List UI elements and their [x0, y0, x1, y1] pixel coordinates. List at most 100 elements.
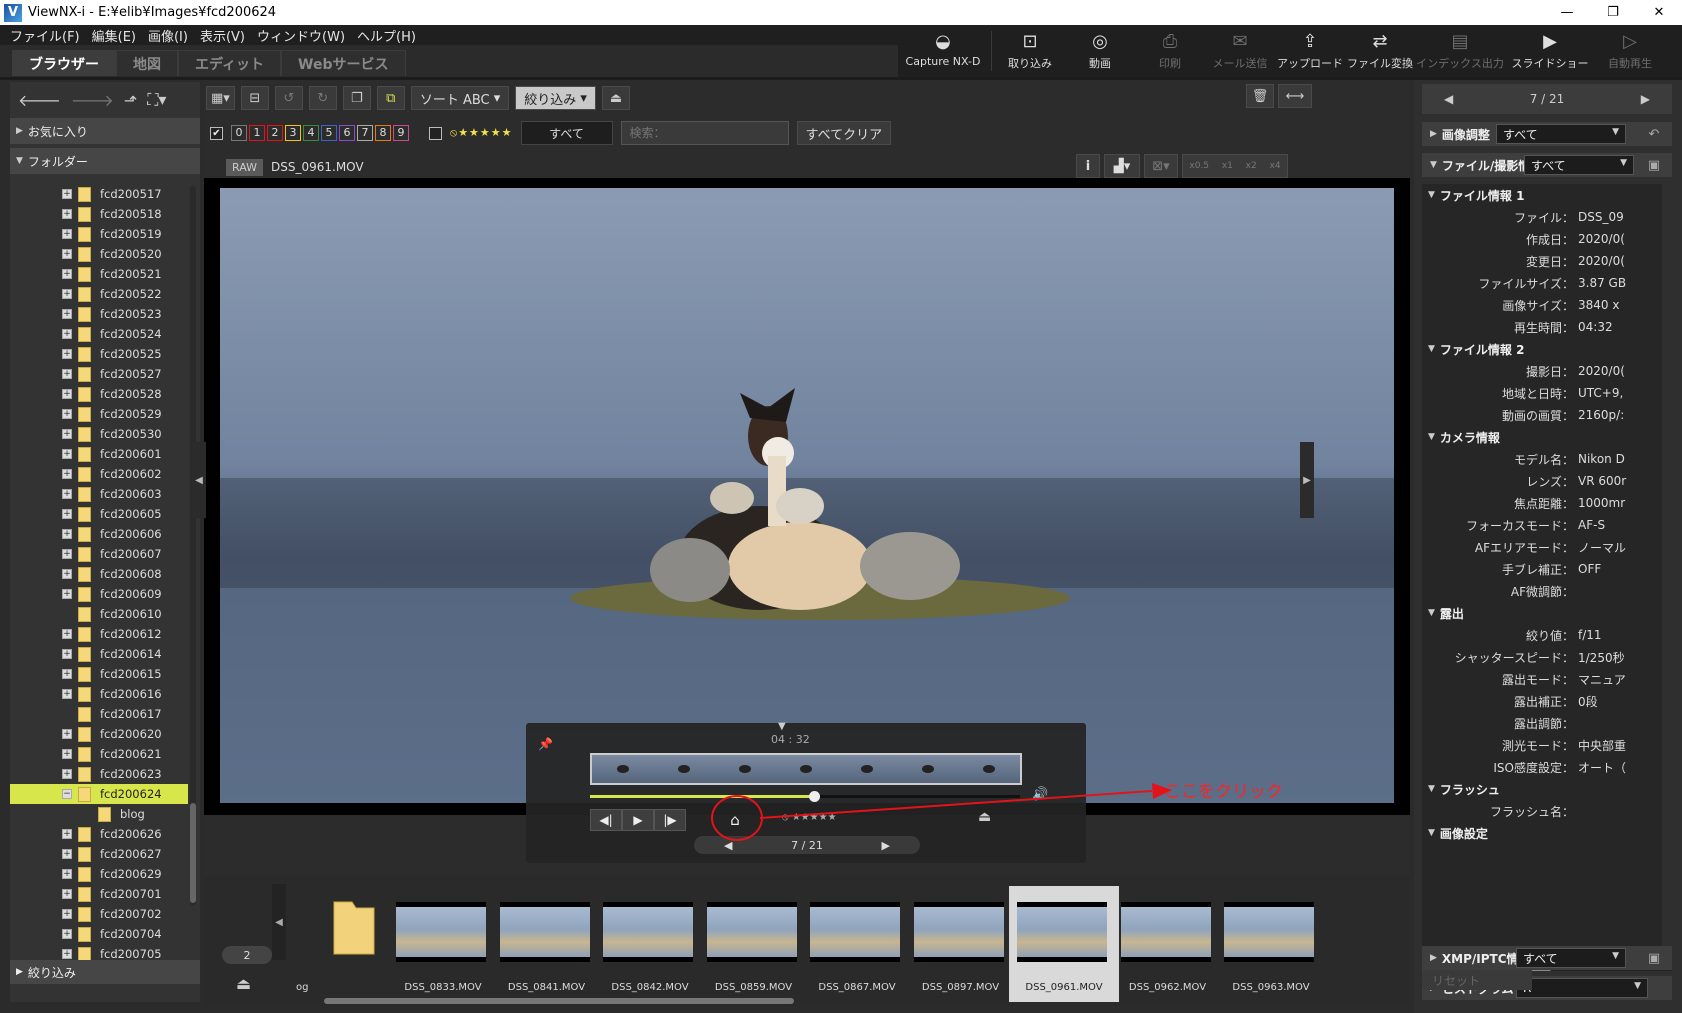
folder-item[interactable]: + fcd200607: [10, 544, 188, 564]
folder-item[interactable]: + fcd200523: [10, 304, 188, 324]
label-filter-0[interactable]: 0: [231, 125, 247, 141]
folder-item[interactable]: + fcd200517: [10, 184, 188, 204]
folder-item[interactable]: + fcd200626: [10, 824, 188, 844]
zoom-slider[interactable]: x0.5 x1 x2 x4: [1182, 154, 1288, 178]
clear-all-button[interactable]: すべてクリア: [796, 121, 892, 145]
filter-section-header[interactable]: ▶ 絞り込み: [10, 960, 200, 984]
folder-item[interactable]: + fcd200606: [10, 524, 188, 544]
expand-icon[interactable]: +: [62, 889, 72, 899]
delete-button[interactable]: 🗑: [1246, 84, 1274, 108]
folder-item[interactable]: + fcd200620: [10, 724, 188, 744]
autoplay-button[interactable]: ▷ 自動再生: [1595, 25, 1665, 77]
expand-icon[interactable]: +: [62, 909, 72, 919]
expand-icon[interactable]: +: [62, 929, 72, 939]
tab-web-service[interactable]: Webサービス: [281, 50, 406, 76]
expand-icon[interactable]: +: [62, 749, 72, 759]
menu-help[interactable]: ヘルプ(H): [357, 26, 416, 45]
index-print-button[interactable]: ▤ インデックス出力: [1415, 25, 1505, 77]
expand-icon[interactable]: +: [62, 849, 72, 859]
folder-item[interactable]: + fcd200520: [10, 244, 188, 264]
expand-icon[interactable]: +: [62, 589, 72, 599]
filmstrip-item[interactable]: DSS_0962.MOV: [1113, 886, 1223, 1002]
expand-icon[interactable]: +: [62, 289, 72, 299]
expand-icon[interactable]: +: [62, 769, 72, 779]
eject-icon[interactable]: ⏏: [236, 974, 251, 993]
play-button[interactable]: ▶: [622, 809, 654, 831]
folder-shortcut-icon[interactable]: ⛶▾: [147, 90, 166, 110]
search-input[interactable]: [620, 121, 789, 145]
reset-button[interactable]: リセット: [1422, 970, 1532, 990]
menu-window[interactable]: ウィンドウ(W): [257, 26, 345, 45]
expand-icon[interactable]: +: [62, 349, 72, 359]
expand-icon[interactable]: +: [62, 569, 72, 579]
file-info-select[interactable]: すべて ▼: [1524, 155, 1634, 175]
view-mode-button[interactable]: ▦▾: [206, 86, 235, 110]
video-preview-image[interactable]: [220, 188, 1394, 803]
collapse-panel-icon[interactable]: ▼: [778, 721, 786, 732]
filmstrip-item[interactable]: DSS_0841.MOV: [492, 886, 602, 1002]
expand-icon[interactable]: +: [62, 269, 72, 279]
forward-icon[interactable]: 🡒: [71, 90, 114, 110]
tab-browser[interactable]: ブラウザー: [12, 50, 116, 76]
expand-icon[interactable]: +: [62, 729, 72, 739]
label-filter-1[interactable]: 1: [249, 125, 265, 141]
import-button[interactable]: ⊡ 取り込み: [995, 25, 1065, 77]
expand-icon[interactable]: +: [62, 509, 72, 519]
next-page-icon[interactable]: ▶: [882, 839, 890, 852]
adjust-reset-icon[interactable]: ↶: [1644, 124, 1664, 144]
filter-button[interactable]: 絞り込み ▾: [515, 86, 596, 110]
folder-scroll-thumb[interactable]: [190, 803, 196, 903]
lock-icon[interactable]: ▣: [1644, 948, 1664, 968]
folder-item[interactable]: + fcd200518: [10, 204, 188, 224]
folder-item[interactable]: +fcd200617: [10, 704, 188, 724]
sort-button[interactable]: ソート ABC ▾: [410, 86, 510, 110]
folder-item[interactable]: + fcd200603: [10, 484, 188, 504]
expand-icon[interactable]: +: [62, 549, 72, 559]
expand-icon[interactable]: +: [62, 369, 72, 379]
group-button[interactable]: ⧉: [376, 86, 405, 110]
expand-icon[interactable]: +: [62, 449, 72, 459]
folder-item[interactable]: + fcd200530: [10, 424, 188, 444]
folder-item[interactable]: + fcd200627: [10, 844, 188, 864]
capture-nxd-button[interactable]: ◒ Capture NX-D: [898, 25, 988, 77]
folder-item[interactable]: + fcd200529: [10, 404, 188, 424]
expand-icon[interactable]: +: [62, 209, 72, 219]
filmstrip-item[interactable]: DSS_0859.MOV: [699, 886, 809, 1002]
expand-icon[interactable]: +: [62, 409, 72, 419]
label-filter-2[interactable]: 2: [267, 125, 283, 141]
expand-icon[interactable]: +: [62, 229, 72, 239]
rotate-left-button[interactable]: ↺: [274, 86, 303, 110]
folder-item[interactable]: + fcd200612: [10, 624, 188, 644]
upload-button[interactable]: ⇪ アップロード: [1275, 25, 1345, 77]
focus-point-icon[interactable]: ⊠▾: [1144, 154, 1178, 178]
print-button[interactable]: ⎙ 印刷: [1135, 25, 1205, 77]
menu-edit[interactable]: 編集(E): [92, 26, 136, 45]
label-filter-4[interactable]: 4: [303, 125, 319, 141]
folder-item[interactable]: + fcd200522: [10, 284, 188, 304]
expand-icon[interactable]: +: [62, 329, 72, 339]
folder-item[interactable]: + fcd200521: [10, 264, 188, 284]
info-section-header[interactable]: ▼ 画像設定: [1422, 822, 1662, 844]
folder-item[interactable]: + fcd200601: [10, 444, 188, 464]
folder-item[interactable]: blog: [10, 804, 188, 824]
close-button[interactable]: ✕: [1636, 0, 1682, 25]
menu-view[interactable]: 表示(V): [200, 26, 245, 45]
expand-icon[interactable]: +: [62, 489, 72, 499]
folder-scrollbar[interactable]: [190, 186, 196, 906]
folder-up-icon[interactable]: ⬏: [124, 91, 137, 110]
expand-icon[interactable]: +: [62, 649, 72, 659]
folder-item[interactable]: + fcd200525: [10, 344, 188, 364]
info-section-header[interactable]: ▼ ファイル情報 2: [1422, 338, 1662, 360]
expand-icon[interactable]: +: [62, 669, 72, 679]
expand-icon[interactable]: +: [62, 529, 72, 539]
menu-file[interactable]: ファイル(F): [10, 26, 80, 45]
info-section-header[interactable]: ▼ フラッシュ: [1422, 778, 1662, 800]
info-section-header[interactable]: ▼ 露出: [1422, 602, 1662, 624]
expand-icon[interactable]: +: [62, 389, 72, 399]
menu-image[interactable]: 画像(I): [148, 26, 188, 45]
filmstrip-folder[interactable]: [324, 892, 384, 962]
left-pane-toggle[interactable]: ◀: [192, 442, 206, 518]
label-filter-5[interactable]: 5: [321, 125, 337, 141]
folder-item[interactable]: + fcd200608: [10, 564, 188, 584]
folder-item[interactable]: + fcd200614: [10, 644, 188, 664]
